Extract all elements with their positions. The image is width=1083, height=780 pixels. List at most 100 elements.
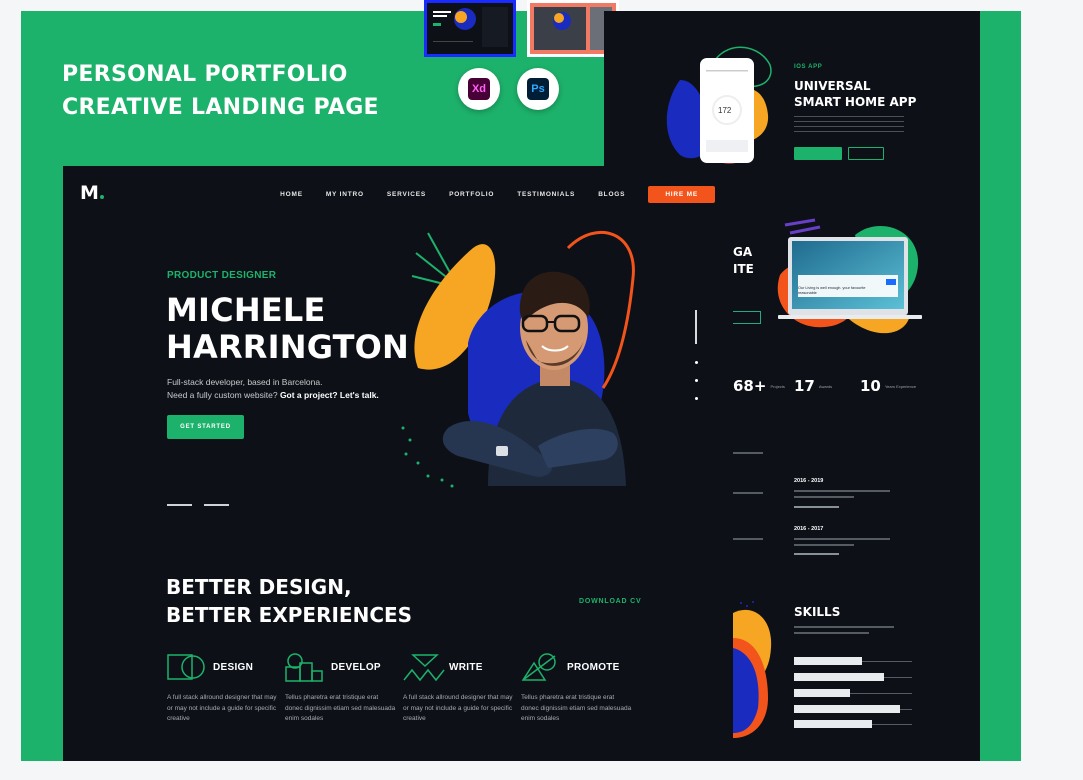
service-design: DESIGN A full stack allround designer th… xyxy=(167,653,279,725)
stat-years-value: 10 xyxy=(860,377,881,395)
adobe-xd-icon: Xd xyxy=(468,78,490,100)
banner-headline: PERSONAL PORTFOLIO CREATIVE LANDING PAGE xyxy=(62,58,379,124)
nav-item-portfolio[interactable]: PORTFOLIO xyxy=(449,191,494,198)
timeline-line-2 xyxy=(733,492,763,494)
nav-item-blogs[interactable]: BLOGS xyxy=(598,191,625,198)
app-description-lines xyxy=(794,116,904,136)
service-write-desc: A full stack allround designer that may … xyxy=(403,694,513,722)
service-promote: PROMOTE Tellus pharetra erat tristique e… xyxy=(521,653,633,725)
stat-awards: 17 Awards xyxy=(794,377,832,395)
timeline-line-3 xyxy=(733,538,763,540)
banner-line-1: PERSONAL PORTFOLIO xyxy=(62,62,348,87)
timeline-text-1 xyxy=(794,490,890,492)
skill-bar xyxy=(794,689,850,697)
phone-illustration: 172 xyxy=(666,46,772,164)
skills-desc-1 xyxy=(794,626,894,628)
skill-bar xyxy=(794,705,900,713)
service-design-title: DESIGN xyxy=(213,662,254,673)
scroll-indicator-dot[interactable] xyxy=(695,379,698,382)
skill-row xyxy=(794,704,921,713)
app-title: UNIVERSAL SMART HOME APP xyxy=(794,78,916,110)
stat-awards-value: 17 xyxy=(794,377,815,395)
stat-projects: 68+ Projects xyxy=(733,377,785,395)
nav-item-home[interactable]: HOME xyxy=(280,191,303,198)
service-write-title: WRITE xyxy=(449,662,483,673)
download-cv-link[interactable]: DOWNLOAD CV xyxy=(579,598,641,605)
stat-years-label: Years Experience xyxy=(884,384,917,389)
hero-bio-line-1: Full-stack developer, based in Barcelona… xyxy=(167,377,323,387)
partial-heading-a: GA xyxy=(733,245,753,259)
skills-desc-2 xyxy=(794,632,869,634)
logo-dot xyxy=(99,195,104,199)
slider-dash-1[interactable] xyxy=(167,504,192,506)
skill-row xyxy=(794,656,921,665)
service-promote-desc: Tellus pharetra erat tristique erat done… xyxy=(521,694,632,722)
app-tag: IOS APP xyxy=(794,64,823,70)
app-secondary-button[interactable] xyxy=(848,147,884,160)
hero-bio-line-2: Need a fully custom website? xyxy=(167,389,278,400)
xd-badge[interactable]: Xd xyxy=(458,68,500,110)
hero-bio: Full-stack developer, based in Barcelona… xyxy=(167,376,379,401)
site-logo[interactable]: M xyxy=(80,182,104,204)
services-title-line-2: BETTER EXPERIENCES xyxy=(166,603,413,627)
partial-heading-b: ITE xyxy=(733,262,754,276)
partial-button[interactable] xyxy=(733,311,761,324)
photoshop-icon: Ps xyxy=(527,78,549,100)
timeline-year-2: 2016 - 2017 xyxy=(794,526,824,532)
skill-row xyxy=(794,719,921,728)
skill-bar xyxy=(794,673,884,681)
hero-name-first: MICHELE xyxy=(166,291,326,329)
hero-portrait xyxy=(401,230,635,488)
hero-bio-cta-text: Got a project? Let's talk. xyxy=(279,389,379,400)
skills-illustration xyxy=(733,601,772,738)
nav-item-my-intro[interactable]: MY INTRO xyxy=(326,191,364,198)
laptop-caption: Our Living is well enough. your favourit… xyxy=(798,286,866,295)
hero-name: MICHELE HARRINGTON xyxy=(166,292,409,366)
partial-heading: GA ITE xyxy=(733,244,754,278)
banner-line-2: CREATIVE LANDING PAGE xyxy=(62,95,379,120)
service-develop: DEVELOP Tellus pharetra erat tristique e… xyxy=(285,653,397,725)
site-logo-letter: M xyxy=(80,182,99,204)
service-develop-title: DEVELOP xyxy=(331,662,381,673)
app-title-line-2: SMART HOME APP xyxy=(794,95,917,109)
laptop-illustration xyxy=(777,218,922,334)
stat-awards-label: Awards xyxy=(818,384,833,389)
skill-bar xyxy=(794,720,872,728)
skill-row xyxy=(794,672,921,681)
app-primary-button[interactable] xyxy=(794,147,842,160)
stat-projects-value: 68+ xyxy=(733,377,767,395)
hero-name-last: HARRINGTON xyxy=(166,328,410,366)
timeline-link-1[interactable] xyxy=(794,506,839,508)
hire-me-button[interactable]: HIRE ME xyxy=(648,186,715,203)
thumbnail-dark[interactable] xyxy=(424,0,516,57)
get-started-button[interactable]: GET STARTED xyxy=(167,415,244,439)
service-develop-desc: Tellus pharetra erat tristique erat done… xyxy=(285,694,396,722)
timeline-link-2[interactable] xyxy=(794,553,839,555)
timeline-year-1: 2016 - 2019 xyxy=(794,478,824,484)
scroll-indicator-dot[interactable] xyxy=(695,397,698,400)
nav-item-testimonials[interactable]: TESTIMONIALS xyxy=(517,191,575,198)
services-title: BETTER DESIGN, BETTER EXPERIENCES xyxy=(166,573,412,629)
timeline-text-2 xyxy=(794,538,890,540)
service-design-desc: A full stack allround designer that may … xyxy=(167,694,277,722)
timeline-text-1b xyxy=(794,496,854,498)
scroll-indicator-active[interactable] xyxy=(695,310,697,344)
slider-dash-2[interactable] xyxy=(204,504,229,506)
services-title-line-1: BETTER DESIGN, xyxy=(166,575,352,599)
nav-item-services[interactable]: SERVICES xyxy=(387,191,426,198)
stat-years: 10 Years Experience xyxy=(860,377,916,395)
app-title-line-1: UNIVERSAL xyxy=(794,79,871,93)
skill-bar xyxy=(794,657,862,665)
phone-readout: 172 xyxy=(718,106,732,115)
timeline-text-2b xyxy=(794,544,854,546)
skill-row xyxy=(794,688,921,697)
timeline-line xyxy=(733,452,763,454)
top-nav: HOME MY INTRO SERVICES PORTFOLIO TESTIMO… xyxy=(280,186,715,203)
landing-page-preview: M HOME MY INTRO SERVICES PORTFOLIO TESTI… xyxy=(63,166,733,761)
stat-projects-label: Projects xyxy=(770,384,785,389)
service-write: WRITE A full stack allround designer tha… xyxy=(403,653,515,725)
hero-eyebrow: PRODUCT DESIGNER xyxy=(167,270,277,281)
ps-badge[interactable]: Ps xyxy=(517,68,559,110)
skills-title: SKILLS xyxy=(794,605,841,619)
scroll-indicator-dot[interactable] xyxy=(695,361,698,364)
